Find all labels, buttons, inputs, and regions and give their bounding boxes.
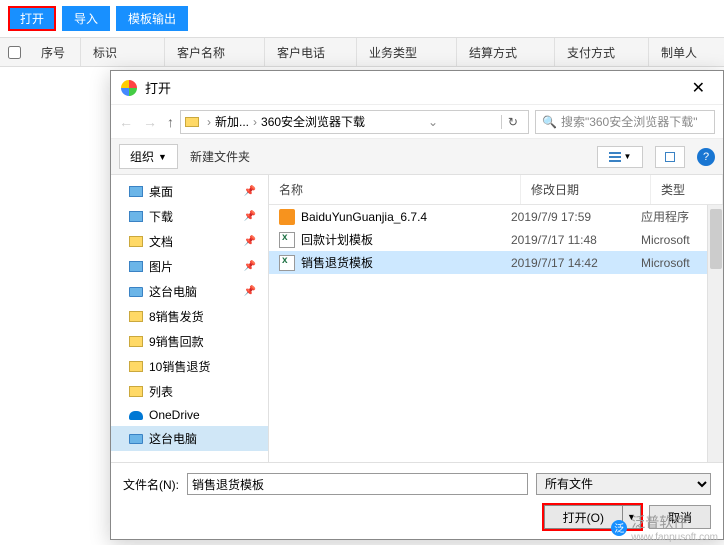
pin-icon: 📌 <box>244 211 256 222</box>
file-row[interactable]: 回款计划模板2019/7/17 11:48Microsoft <box>269 228 723 251</box>
breadcrumb-part[interactable]: 360安全浏览器下载 <box>261 113 365 130</box>
file-name: 回款计划模板 <box>301 231 511 248</box>
pin-icon: 📌 <box>244 236 256 247</box>
open-button[interactable]: 打开 <box>8 6 56 31</box>
col-settle-type[interactable]: 结算方式 <box>457 38 555 66</box>
col-biz-type[interactable]: 业务类型 <box>357 38 457 66</box>
file-filter-select[interactable]: 所有文件 <box>536 473 711 495</box>
app-icon <box>121 80 137 96</box>
file-row[interactable]: 销售退货模板2019/7/17 14:42Microsoft <box>269 251 723 274</box>
col-modified[interactable]: 修改日期 <box>521 175 651 204</box>
sidebar-item[interactable]: 10销售退货 <box>111 354 268 379</box>
search-icon: 🔍 <box>542 115 557 129</box>
filename-label: 文件名(N): <box>123 476 179 493</box>
file-row[interactable]: BaiduYunGuanjia_6.7.42019/7/9 17:59应用程序 <box>269 205 723 228</box>
watermark: 泛 泛普软件 www.fanpusoft.com <box>611 512 718 543</box>
file-type: 应用程序 <box>641 208 713 225</box>
sidebar-item-label: 下载 <box>149 208 173 225</box>
template-output-button[interactable]: 模板输出 <box>116 6 188 31</box>
sidebar-item[interactable]: 9销售回款 <box>111 329 268 354</box>
preview-pane-button[interactable] <box>655 146 685 168</box>
file-name: 销售退货模板 <box>301 254 511 271</box>
sidebar-item[interactable]: 文档 📌 <box>111 229 268 254</box>
file-type: Microsoft <box>641 233 713 247</box>
monitor-icon <box>129 434 143 444</box>
sidebar-item-label: 列表 <box>149 383 173 400</box>
sidebar-item[interactable]: 列表 <box>111 379 268 404</box>
excel-file-icon <box>279 232 295 248</box>
folder-icon <box>129 311 143 322</box>
refresh-icon[interactable]: ↻ <box>501 115 524 129</box>
col-customer-phone[interactable]: 客户电话 <box>265 38 357 66</box>
sidebar-item[interactable]: 下载 📌 <box>111 204 268 229</box>
import-button[interactable]: 导入 <box>62 6 110 31</box>
filename-input[interactable] <box>187 473 528 495</box>
sidebar: 桌面 📌 下载 📌 文档 📌 图片 📌 这台电脑 📌 8销售发货 9销售回款 10销售退货列表 OneDr… <box>111 175 269 462</box>
sidebar-item-label: 文档 <box>149 233 173 250</box>
select-all-checkbox[interactable] <box>8 46 21 59</box>
scrollbar[interactable] <box>707 205 723 462</box>
sidebar-item-label: 图片 <box>149 258 173 275</box>
view-mode-button[interactable]: ▼ <box>597 146 643 168</box>
folder-icon <box>185 117 199 127</box>
sidebar-item-label: 这台电脑 <box>149 283 197 300</box>
sidebar-item-label: 10销售退货 <box>149 358 210 375</box>
blue-icon <box>129 261 143 272</box>
chevron-down-icon[interactable]: ⌄ <box>424 115 442 129</box>
chevron-down-icon: ▼ <box>158 152 167 162</box>
doc-icon <box>129 236 143 247</box>
folder-icon <box>129 386 143 397</box>
help-icon[interactable]: ? <box>697 148 715 166</box>
new-folder-button[interactable]: 新建文件夹 <box>190 148 250 165</box>
pin-icon: 📌 <box>244 186 256 197</box>
sidebar-item[interactable]: 这台电脑 📌 <box>111 279 268 304</box>
nav-forward-icon[interactable]: → <box>143 114 157 130</box>
nav-up-icon[interactable]: ↑ <box>167 114 174 130</box>
sidebar-item-label: 这台电脑 <box>149 430 197 447</box>
sidebar-item-label: 桌面 <box>149 183 173 200</box>
open-file-dialog: 打开 ✕ ← → ↑ › 新加... › 360安全浏览器下载 ⌄ ↻ 🔍 搜索… <box>110 70 724 540</box>
table-header: 序号 标识 客户名称 客户电话 业务类型 结算方式 支付方式 制单人 <box>0 37 724 67</box>
nav-back-icon[interactable]: ← <box>119 114 133 130</box>
col-mark[interactable]: 标识 <box>81 38 165 66</box>
col-name[interactable]: 名称 <box>269 175 521 204</box>
file-date: 2019/7/17 11:48 <box>511 233 641 247</box>
brand-logo-icon: 泛 <box>611 520 627 536</box>
file-date: 2019/7/17 14:42 <box>511 256 641 270</box>
exe-file-icon <box>279 209 295 225</box>
search-placeholder: 搜索"360安全浏览器下载" <box>561 113 698 130</box>
sidebar-item[interactable]: 图片 📌 <box>111 254 268 279</box>
folder-icon <box>129 361 143 372</box>
blue-icon <box>129 211 143 222</box>
sidebar-item-label: 9销售回款 <box>149 333 204 350</box>
file-date: 2019/7/9 17:59 <box>511 210 641 224</box>
search-input[interactable]: 🔍 搜索"360安全浏览器下载" <box>535 110 715 134</box>
sidebar-item-label: OneDrive <box>149 408 200 422</box>
sidebar-item[interactable]: 桌面 📌 <box>111 179 268 204</box>
col-type[interactable]: 类型 <box>651 175 723 204</box>
sidebar-item-label: 8销售发货 <box>149 308 204 325</box>
folder-icon <box>129 336 143 347</box>
col-seq[interactable]: 序号 <box>29 38 81 66</box>
sidebar-item[interactable]: OneDrive <box>111 404 268 426</box>
blue-icon <box>129 186 143 197</box>
pin-icon: 📌 <box>244 261 256 272</box>
monitor-icon <box>129 287 143 297</box>
sidebar-item[interactable]: 8销售发货 <box>111 304 268 329</box>
close-icon[interactable]: ✕ <box>684 78 713 98</box>
col-creator[interactable]: 制单人 <box>649 38 724 66</box>
organize-button[interactable]: 组织▼ <box>119 144 178 169</box>
file-name: BaiduYunGuanjia_6.7.4 <box>301 210 511 224</box>
col-customer-name[interactable]: 客户名称 <box>165 38 265 66</box>
dialog-title: 打开 <box>145 78 684 97</box>
col-pay-type[interactable]: 支付方式 <box>555 38 649 66</box>
pin-icon: 📌 <box>244 286 256 297</box>
sidebar-item[interactable]: 这台电脑 <box>111 426 268 451</box>
file-list: BaiduYunGuanjia_6.7.42019/7/9 17:59应用程序回… <box>269 205 723 462</box>
breadcrumb[interactable]: › 新加... › 360安全浏览器下载 ⌄ ↻ <box>180 110 529 134</box>
excel-file-icon <box>279 255 295 271</box>
cloud-icon <box>129 411 143 420</box>
file-type: Microsoft <box>641 256 713 270</box>
breadcrumb-part[interactable]: 新加... <box>215 113 249 130</box>
